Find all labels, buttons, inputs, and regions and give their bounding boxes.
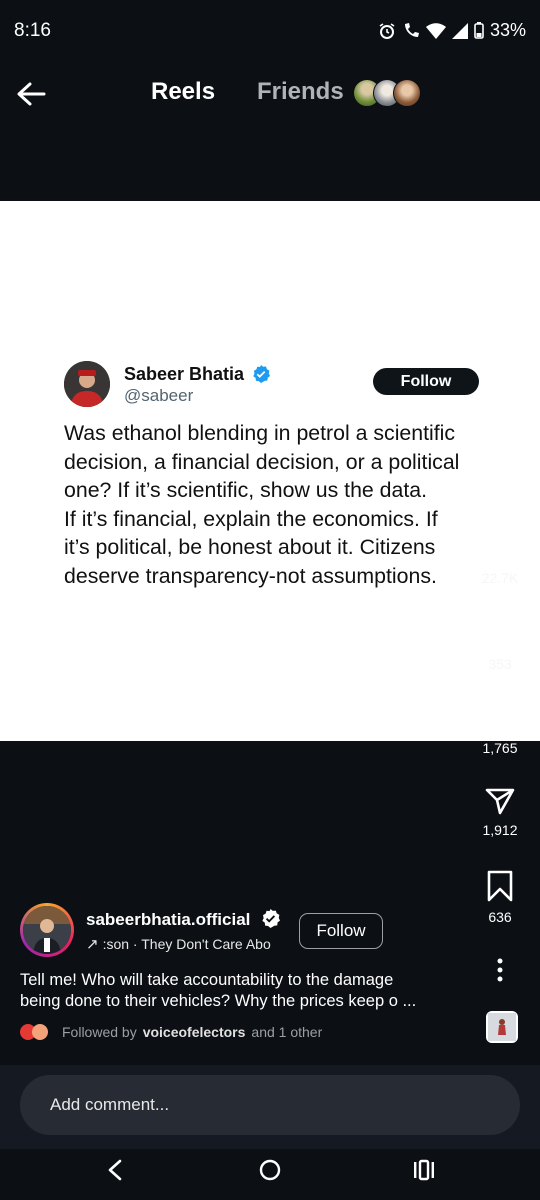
status-time: 8:16 xyxy=(14,20,51,41)
heart-icon xyxy=(483,531,517,563)
reel-media[interactable]: Sabeer Bhatia @sabeer Follow Was ethanol… xyxy=(0,201,540,741)
share-button[interactable]: 1,912 xyxy=(460,786,540,838)
arrow-up-right-icon: ↗ xyxy=(86,936,99,953)
audio-link[interactable]: ↗:son · They Don't Care Abo xyxy=(86,935,271,953)
repost-count: 1,765 xyxy=(482,740,518,756)
more-vertical-icon xyxy=(497,958,503,982)
nav-recents-icon[interactable] xyxy=(412,1158,436,1182)
author-row: sabeerbhatia.official ↗:son · They Don't… xyxy=(20,903,480,959)
follower-avatar xyxy=(32,1024,48,1040)
caption-line: Tell me! Who will take accountability to… xyxy=(20,971,394,989)
tab-reels[interactable]: Reels xyxy=(151,78,215,106)
bookmark-icon xyxy=(487,870,513,902)
repost-button[interactable]: 1,765 xyxy=(460,700,540,756)
send-icon xyxy=(485,788,515,815)
caption-line: being done to their vehicles? Why the pr… xyxy=(20,992,417,1010)
follow-button[interactable]: Follow xyxy=(299,913,383,949)
comment-input[interactable]: Add comment... xyxy=(20,1075,520,1135)
followed-by-suffix: and 1 other xyxy=(251,1024,323,1040)
comment-button[interactable]: 353 xyxy=(460,614,540,672)
audio-thumbnail[interactable] xyxy=(486,1011,518,1043)
tweet-text-line: it’s political, be honest about it. Citi… xyxy=(64,535,436,560)
comment-placeholder: Add comment... xyxy=(50,1095,170,1114)
like-count: 22.7K xyxy=(481,570,519,586)
tweet-author-avatar xyxy=(64,361,110,407)
wifi-icon xyxy=(425,22,446,39)
tweet-author-name: Sabeer Bhatia xyxy=(124,364,245,384)
comment-bar: Add comment... xyxy=(0,1065,540,1149)
status-bar: 8:16 33% xyxy=(0,0,540,62)
comment-count: 353 xyxy=(488,656,512,672)
friends-avatars[interactable] xyxy=(353,79,423,107)
tab-friends[interactable]: Friends xyxy=(257,78,344,106)
system-nav-bar xyxy=(0,1140,540,1200)
comment-icon xyxy=(484,617,515,647)
more-options-button[interactable] xyxy=(460,958,540,982)
audio-title: :son · They Don't Care Abo xyxy=(102,936,271,952)
verified-badge-icon xyxy=(262,909,280,928)
tweet-text-line: decision, a financial decision, or a pol… xyxy=(64,449,460,474)
tweet-text: Was ethanol blending in petrol a scienti… xyxy=(64,419,504,591)
arrow-left-icon[interactable] xyxy=(14,77,48,111)
caption[interactable]: Tell me! Who will take accountability to… xyxy=(20,970,470,1012)
friend-avatar xyxy=(393,79,421,107)
tweet-text-line: Was ethanol blending in petrol a scienti… xyxy=(64,421,456,445)
alarm-icon xyxy=(379,22,395,39)
repost-icon xyxy=(489,703,511,731)
like-button[interactable]: 22.7K xyxy=(460,530,540,586)
followed-by[interactable]: Followed by voiceofelectors and 1 other xyxy=(20,1024,322,1040)
nav-home-icon[interactable] xyxy=(258,1158,282,1182)
tweet-text-line: deserve transparency-not assumptions. xyxy=(64,563,437,588)
nav-back-icon[interactable] xyxy=(104,1158,126,1182)
author-avatar[interactable] xyxy=(20,903,74,957)
top-nav: Reels Friends xyxy=(0,62,540,124)
author-username[interactable]: sabeerbhatia.official xyxy=(86,910,250,930)
tweet-author-handle: @sabeer xyxy=(124,386,194,405)
verified-badge-icon xyxy=(253,365,270,383)
tweet-text-line: If it’s financial, explain the economics… xyxy=(64,506,438,531)
followed-by-user: voiceofelectors xyxy=(142,1024,246,1040)
followed-by-prefix: Followed by xyxy=(62,1024,137,1040)
share-count: 1,912 xyxy=(482,822,518,838)
followers-avatars xyxy=(20,1024,56,1040)
wifi-calling-icon xyxy=(404,22,419,37)
tweet-text-line: one? If it’s scientific, show us the dat… xyxy=(64,478,428,503)
